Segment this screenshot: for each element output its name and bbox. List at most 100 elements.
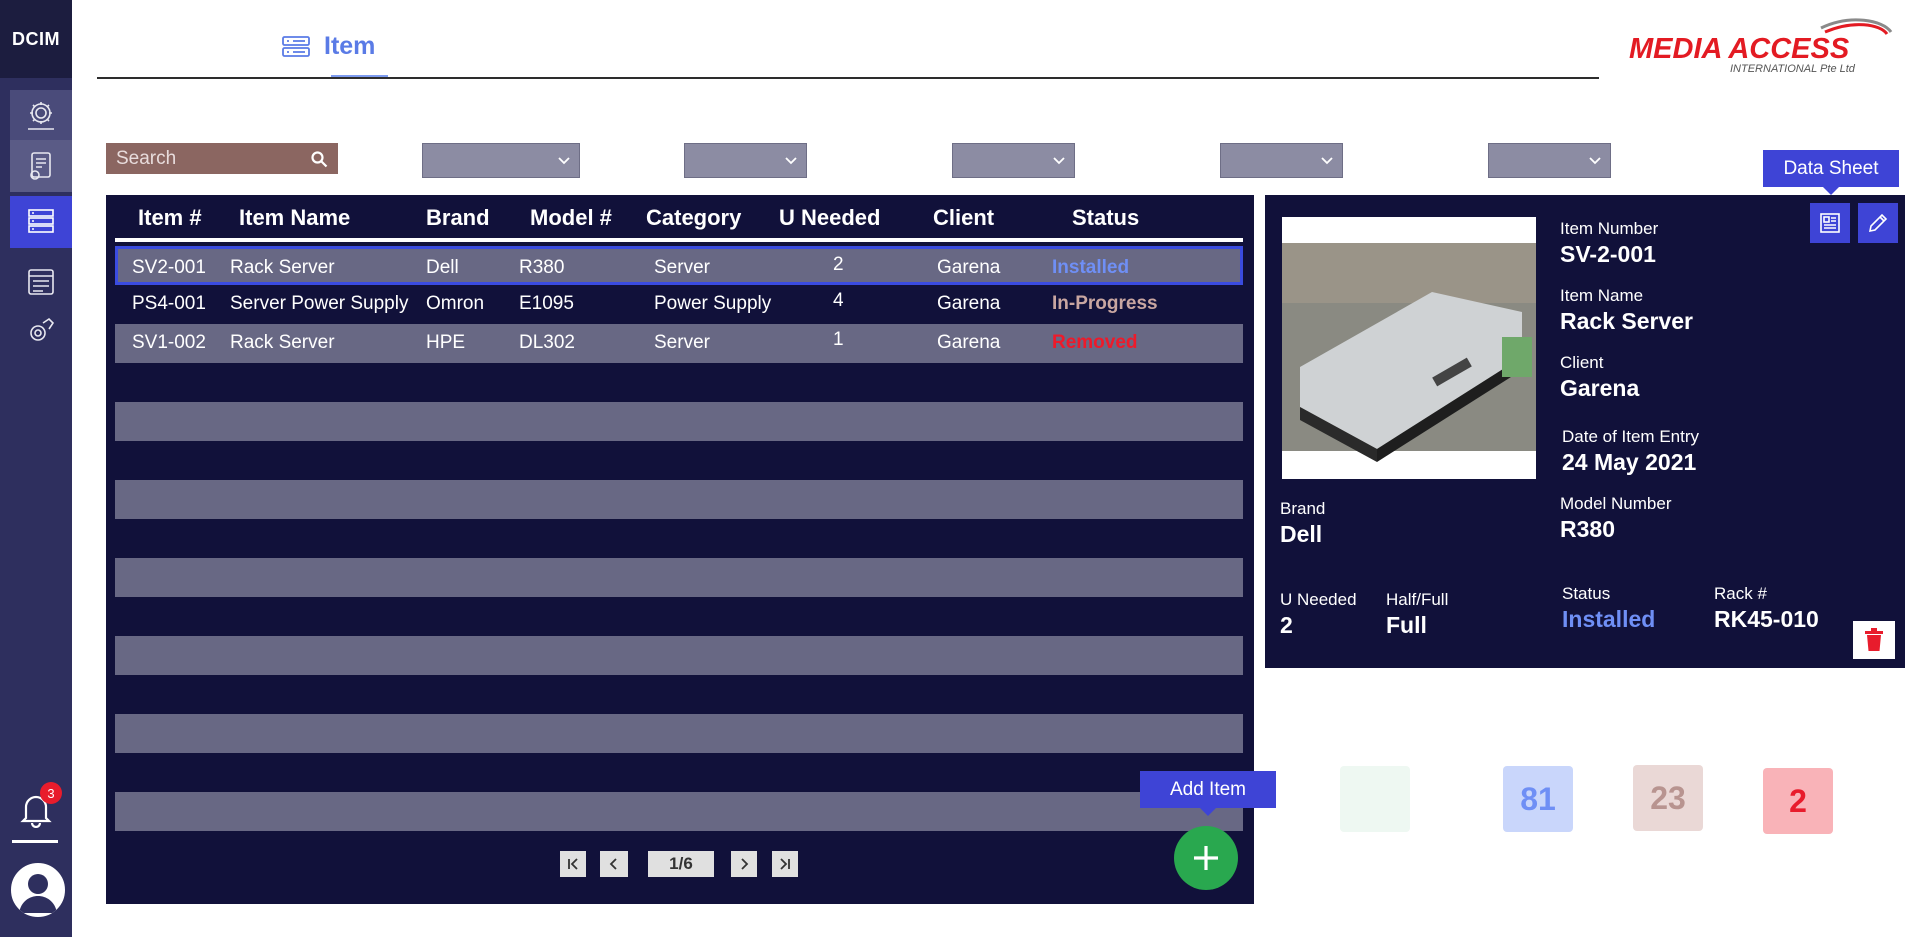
cell-brand: HPE [426,332,466,353]
table-row-empty [115,402,1243,441]
date-entry-label: Date of Item Entry [1562,427,1699,446]
col-u-needed[interactable]: U Needed [779,205,880,231]
page-title: Item [324,32,376,60]
wrench-gear-icon [30,317,55,341]
filter-dropdown-1[interactable] [422,143,580,178]
cell-item-name: Rack Server [230,332,335,353]
notification-count-badge: 3 [40,782,62,804]
last-page-icon [780,858,790,870]
counter-tile[interactable] [1340,766,1410,832]
user-avatar[interactable] [9,861,67,919]
cell-item-no: SV2-001 [132,257,206,278]
cell-item-name: Rack Server [230,257,335,278]
sidebar: DCIM 3 [0,0,72,937]
table-row[interactable]: PS4-001 Server Power Supply Omron E1095 … [115,285,1243,324]
cell-category: Server [654,257,710,278]
col-client[interactable]: Client [933,205,994,231]
data-sheet-button[interactable] [1810,203,1850,243]
col-status[interactable]: Status [1072,205,1139,231]
counter-removed[interactable]: 2 [1763,768,1833,834]
col-brand[interactable]: Brand [426,205,490,231]
item-name-label: Item Name [1560,286,1644,305]
app-brand: DCIM [0,0,72,78]
cell-item-no: SV1-002 [132,332,206,353]
col-model[interactable]: Model # [530,205,612,231]
table-row-empty [115,636,1243,675]
nav-documents[interactable] [10,140,72,192]
nav-maintenance[interactable] [10,306,72,358]
logo-text-sub: INTERNATIONAL Pte Ltd [1730,63,1856,74]
counter-installed[interactable]: 81 [1503,766,1573,832]
first-page-icon [568,858,578,870]
first-page-button[interactable] [560,851,586,877]
search-icon[interactable] [310,150,328,168]
nav-racks[interactable] [10,256,72,308]
app-brand-label: DCIM [12,28,60,49]
table-header: Item # Item Name Brand Model # Category … [115,205,1243,237]
cell-item-name: Server Power Supply [230,293,409,314]
search-input[interactable] [114,146,298,171]
server-tab-icon [282,35,310,57]
media-access-logo: MEDIA ACCESS INTERNATIONAL Pte Ltd [1625,18,1893,75]
user-icon [19,874,57,913]
col-item-name[interactable]: Item Name [239,205,350,231]
chevron-right-icon [741,858,749,870]
edit-button[interactable] [1858,203,1898,243]
status-value: Installed [1562,606,1656,632]
page-indicator: 1/6 [648,851,714,877]
nav-settings[interactable] [10,90,72,142]
col-category[interactable]: Category [646,205,741,231]
cell-category: Power Supply [654,293,772,314]
model-number-label: Model Number [1560,494,1672,513]
client-value: Garena [1560,375,1640,401]
chevron-down-icon [1053,156,1065,164]
table-row[interactable]: SV2-001 Rack Server Dell R380 Server 2 G… [115,246,1243,285]
cell-status: Installed [1052,257,1130,278]
next-page-button[interactable] [731,851,757,877]
pencil-icon [1868,213,1888,233]
cell-u-needed: 2 [833,254,844,275]
rack-label: Rack # [1714,584,1767,603]
cell-u-needed: 4 [833,290,844,311]
item-name-value: Rack Server [1560,308,1693,334]
chevron-down-icon [785,156,797,164]
cell-u-needed: 1 [833,329,844,350]
document-gear-icon [30,152,51,180]
u-needed-value: 2 [1280,612,1293,638]
last-page-button[interactable] [772,851,798,877]
cell-brand: Dell [426,257,459,278]
chevron-down-icon [1321,156,1333,164]
search-box[interactable] [106,143,338,174]
table-row[interactable]: SV1-002 Rack Server HPE DL302 Server 1 G… [115,324,1243,363]
item-number-label: Item Number [1560,219,1659,238]
table-row-empty [115,480,1243,519]
status-label: Status [1562,584,1611,603]
item-photo [1282,217,1536,479]
sidebar-divider [12,840,58,843]
add-item-tooltip: Add Item [1140,771,1276,816]
nav-items[interactable] [10,196,72,248]
data-sheet-tooltip: Data Sheet [1763,150,1899,195]
cell-client: Garena [937,293,1001,314]
header-divider [97,77,1599,79]
cell-status: Removed [1052,332,1138,353]
server-stack-icon [28,209,54,233]
filter-dropdown-2[interactable] [684,143,807,178]
add-item-button[interactable] [1174,826,1238,890]
tab-item[interactable]: Item [282,32,375,61]
filter-dropdown-4[interactable] [1220,143,1343,178]
cell-model: R380 [519,257,565,278]
prev-page-button[interactable] [600,851,628,877]
counter-in-progress[interactable]: 23 [1633,765,1703,831]
table-row-empty [115,792,1243,831]
half-full-label: Half/Full [1386,590,1449,609]
cell-model: DL302 [519,332,575,353]
item-number-value: SV-2-001 [1560,241,1656,267]
delete-button[interactable] [1853,621,1895,659]
filter-dropdown-5[interactable] [1488,143,1611,178]
cell-brand: Omron [426,293,485,314]
model-number-value: R380 [1560,516,1615,542]
col-item-no[interactable]: Item # [138,205,202,231]
filter-dropdown-3[interactable] [952,143,1075,178]
settings-gear-icon [28,102,54,130]
